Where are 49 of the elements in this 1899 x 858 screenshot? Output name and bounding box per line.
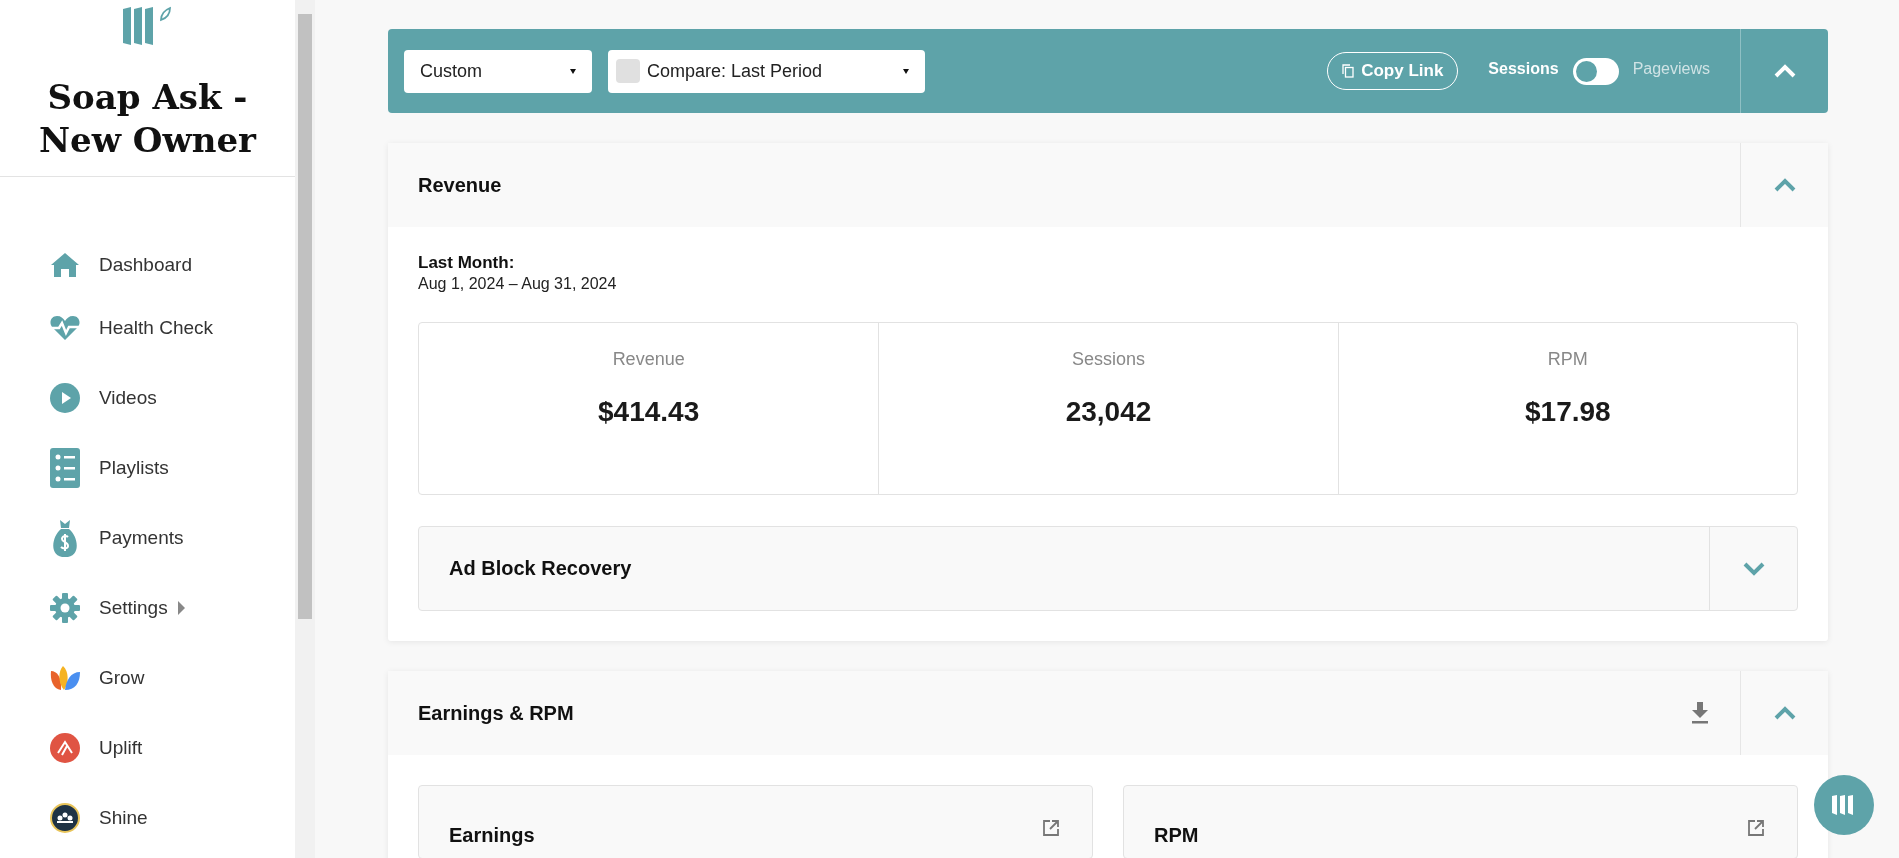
date-range-text: Aug 1, 2024 – Aug 31, 2024: [418, 275, 618, 293]
chevron-icon: [1773, 64, 1796, 78]
nav-item[interactable]: Settings: [49, 573, 295, 643]
external-link-icon[interactable]: [1747, 819, 1765, 837]
stat-value: 23,042: [1065, 396, 1152, 428]
panel-title: Ad Block Recovery: [449, 557, 632, 580]
compare-checkbox[interactable]: [616, 59, 640, 83]
settings-icon: [49, 593, 81, 623]
play-icon: [49, 383, 81, 413]
copy-icon: [1342, 64, 1355, 78]
heartbeat-icon: [49, 315, 81, 341]
stat-label: Sessions: [1071, 349, 1145, 370]
period-label: Last Month:: [418, 253, 516, 273]
lotus-badge-icon: [49, 803, 81, 833]
stat-label: RPM: [1547, 349, 1588, 370]
site-title: Soap Ask - New Owner: [38, 76, 258, 162]
nav-item[interactable]: Shine: [49, 783, 295, 853]
mountain-badge-icon: [49, 733, 81, 763]
external-link-icon[interactable]: [1042, 819, 1060, 837]
nav-item[interactable]: Grow: [49, 643, 295, 713]
scrollbar[interactable]: [295, 0, 315, 858]
panel-title: Revenue: [418, 173, 502, 197]
caret-icon: [570, 68, 576, 74]
chevron-icon: [1773, 706, 1796, 720]
stat-value: $17.98: [1525, 396, 1611, 428]
nav-item[interactable]: Dashboard: [49, 237, 295, 293]
toggle-label: Sessions: [1488, 60, 1559, 78]
chevron-icon: [1773, 178, 1796, 192]
card-title: RPM: [1154, 824, 1199, 847]
nav-item[interactable]: Health Check: [49, 293, 295, 363]
nav-item[interactable]: Uplift: [49, 713, 295, 783]
toggle-label: Pageviews: [1632, 60, 1710, 78]
logo-icon: [122, 6, 173, 46]
house-icon: [49, 252, 81, 278]
download-icon[interactable]: [1690, 702, 1710, 724]
chevron-icon: [1742, 561, 1765, 576]
leaves-icon: [49, 665, 81, 691]
card-title: Earnings: [449, 824, 535, 847]
stat-label: Revenue: [612, 349, 685, 370]
nav-item[interactable]: Payments: [49, 503, 295, 573]
caret-icon: [903, 68, 909, 74]
panel-title: Earnings & RPM: [418, 701, 574, 725]
checklist-icon: [49, 448, 81, 488]
compare-dropdown[interactable]: Compare: Last Period: [608, 49, 925, 93]
nav-item[interactable]: Videos: [49, 363, 295, 433]
date-range-dropdown[interactable]: Custom: [404, 49, 592, 93]
metric-switch[interactable]: [1572, 57, 1619, 85]
nav-item[interactable]: Playlists: [49, 433, 295, 503]
stat-value: $414.43: [598, 396, 700, 428]
